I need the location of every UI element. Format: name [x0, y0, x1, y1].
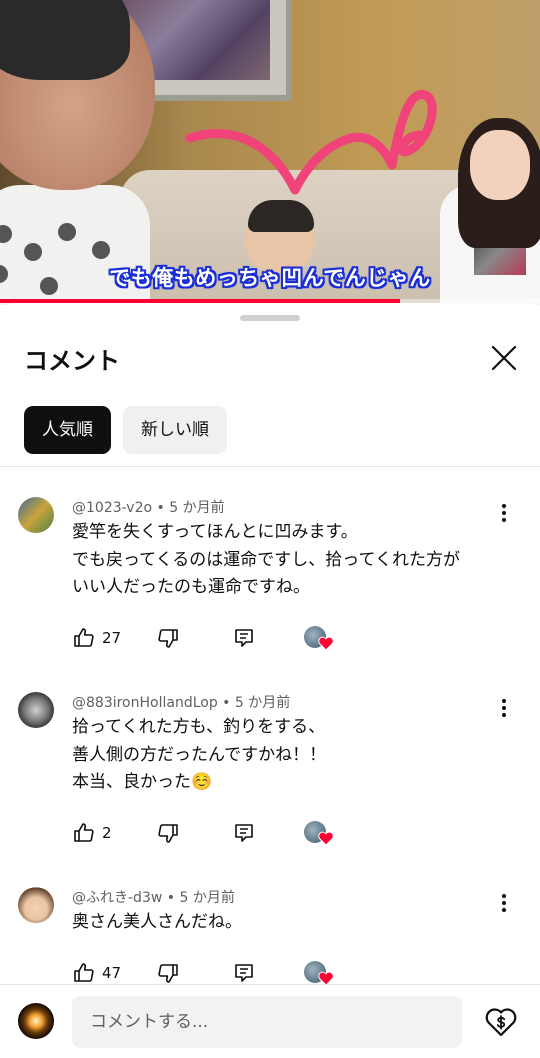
comment-time: 5 か月前 [179, 890, 235, 906]
sort-chips: 人気順 新しい順 [24, 406, 227, 454]
comment-line: 拾ってくれた方も、釣りをする、 [72, 717, 326, 737]
comment-handle[interactable]: @ふれき-d3w [72, 890, 162, 906]
thumbs-up-icon [74, 823, 94, 842]
like-count: 27 [102, 629, 122, 647]
heart-icon [318, 636, 334, 651]
thumbs-up-icon [74, 628, 94, 647]
creator-heart-badge [304, 819, 336, 849]
comment-meta: @883ironHollandLop • 5 か月前 [72, 695, 291, 711]
commenter-avatar[interactable] [18, 692, 54, 728]
comment-input[interactable]: コメントする... [72, 996, 462, 1048]
sort-chip-newest[interactable]: 新しい順 [123, 406, 227, 454]
thumbs-down-icon [158, 824, 178, 843]
comment-actions: 27 [72, 624, 372, 654]
comment-time: 5 か月前 [169, 500, 225, 516]
comment-line: でも戻ってくるのは運命ですし、拾ってくれた方が [72, 549, 460, 570]
more-options-icon[interactable] [492, 696, 516, 720]
reply-button[interactable] [232, 959, 256, 987]
comment-line: 本当、良かった☺️ [72, 772, 213, 792]
drag-handle[interactable] [240, 315, 300, 321]
comment-item: @1023-v2o • 5 か月前 愛竿を失くすってほんとに凹みます。 でも戻っ… [0, 497, 540, 657]
creator-heart-badge [304, 624, 336, 654]
comment-item: @ふれき-d3w • 5 か月前 奥さん美人さんだね。 47 [0, 887, 540, 987]
comment-meta: @1023-v2o • 5 か月前 [72, 500, 225, 516]
video-pink-scribble [185, 90, 437, 195]
comment-line: 愛竿を失くすってほんとに凹みます。 [72, 522, 358, 542]
video-player[interactable]: でも俺もめっちゃ凹んでんじゃん [0, 0, 540, 305]
more-options-icon[interactable] [492, 891, 516, 915]
video-subtitle: でも俺もめっちゃ凹んでんじゃん [109, 266, 431, 290]
comment-handle[interactable]: @1023-v2o [72, 500, 152, 516]
comment-handle[interactable]: @883ironHollandLop [72, 695, 218, 711]
like-button[interactable]: 47 [72, 959, 121, 987]
comment-text: 奥さん美人さんだね。 [72, 909, 242, 937]
commenter-avatar[interactable] [18, 887, 54, 923]
comment-line: 奥さん美人さんだね。 [72, 912, 242, 932]
user-avatar[interactable] [18, 1003, 54, 1039]
comment-text: 愛竿を失くすってほんとに凹みます。 でも戻ってくるのは運命ですし、拾ってくれた方… [72, 519, 460, 602]
dislike-button[interactable] [156, 959, 180, 987]
like-button[interactable]: 2 [72, 819, 112, 847]
comment-time: 5 か月前 [234, 695, 291, 711]
comment-text: 拾ってくれた方も、釣りをする、 善人側の方だったんですかね！！ 本当、良かった☺… [72, 714, 326, 797]
comment-meta: @ふれき-d3w • 5 か月前 [72, 890, 235, 906]
dislike-button[interactable] [156, 819, 180, 847]
thumbs-up-icon [74, 963, 94, 982]
reply-button[interactable] [232, 624, 256, 652]
sort-chip-top[interactable]: 人気順 [24, 406, 111, 454]
thumbs-down-icon [158, 964, 178, 983]
comment-composer: コメントする... [0, 984, 540, 1058]
reply-icon [235, 629, 253, 647]
super-thanks-icon[interactable] [484, 1005, 518, 1039]
like-count: 2 [102, 824, 112, 842]
comment-item: @883ironHollandLop • 5 か月前 拾ってくれた方も、釣りをす… [0, 692, 540, 852]
heart-icon [318, 831, 334, 846]
close-icon[interactable] [489, 343, 519, 373]
comments-title: コメント [24, 347, 120, 375]
comment-line: いい人だったのも運命ですね。 [72, 577, 310, 597]
reply-icon [235, 824, 253, 842]
comment-actions: 2 [72, 819, 372, 849]
comment-line: 善人側の方だったんですかね！！ [72, 744, 327, 765]
reply-icon [235, 964, 253, 982]
reply-button[interactable] [232, 819, 256, 847]
commenter-avatar[interactable] [18, 497, 54, 533]
dislike-button[interactable] [156, 624, 180, 652]
thumbs-down-icon [158, 629, 178, 648]
like-count: 47 [102, 964, 122, 982]
chips-divider [0, 466, 540, 467]
more-options-icon[interactable] [492, 501, 516, 525]
like-button[interactable]: 27 [72, 624, 121, 652]
